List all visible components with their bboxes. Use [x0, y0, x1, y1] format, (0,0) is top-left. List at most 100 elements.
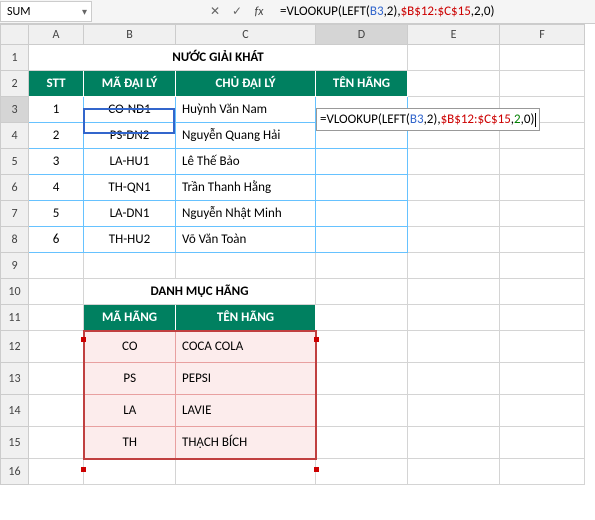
cell-E7[interactable] — [408, 201, 500, 227]
cell-A7[interactable]: 5 — [29, 201, 84, 227]
row-15[interactable]: 15 — [1, 427, 29, 459]
cell-C7[interactable]: Nguyễn Nhật Minh — [176, 201, 316, 227]
cell-E8[interactable] — [408, 227, 500, 253]
row-2[interactable]: 2 — [1, 71, 29, 97]
cell-D9[interactable] — [316, 253, 408, 279]
cell-F1[interactable] — [500, 45, 585, 71]
row-1[interactable]: 1 — [1, 45, 29, 71]
row-9[interactable]: 9 — [1, 253, 29, 279]
cell-E13[interactable] — [408, 363, 500, 395]
cell-E1[interactable] — [408, 45, 500, 71]
cell-A5[interactable]: 3 — [29, 149, 84, 175]
cell-A4[interactable]: 2 — [29, 123, 84, 149]
cell-A16[interactable] — [29, 459, 84, 485]
cell-A13[interactable] — [29, 363, 84, 395]
name-box[interactable]: SUM ▾ — [0, 1, 92, 22]
cell-B16[interactable] — [84, 459, 176, 485]
cell-D7[interactable] — [316, 201, 408, 227]
cell-F9[interactable] — [500, 253, 585, 279]
cell-E11[interactable] — [408, 305, 500, 331]
col-B[interactable]: B — [84, 25, 176, 45]
cell-F6[interactable] — [500, 175, 585, 201]
cell-F2[interactable] — [500, 71, 585, 97]
cell-C13[interactable]: PEPSI — [176, 363, 316, 395]
cell-D5[interactable] — [316, 149, 408, 175]
cell-B9[interactable] — [84, 253, 176, 279]
dropdown-icon[interactable]: ▾ — [82, 5, 87, 18]
cancel-button[interactable]: ✕ — [204, 2, 226, 22]
cell-B12[interactable]: CO — [84, 331, 176, 363]
cell-D11[interactable] — [316, 305, 408, 331]
cell-C14[interactable]: LAVIE — [176, 395, 316, 427]
cell-A12[interactable] — [29, 331, 84, 363]
cell-F15[interactable] — [500, 427, 585, 459]
cell-D14[interactable] — [316, 395, 408, 427]
cell-E2[interactable] — [408, 71, 500, 97]
cell-B6[interactable]: TH-QN1 — [84, 175, 176, 201]
cell-B7[interactable]: LA-DN1 — [84, 201, 176, 227]
cell-E6[interactable] — [408, 175, 500, 201]
cell-E9[interactable] — [408, 253, 500, 279]
row-10[interactable]: 10 — [1, 279, 29, 305]
row-11[interactable]: 11 — [1, 305, 29, 331]
cell-D12[interactable] — [316, 331, 408, 363]
cell-E10[interactable] — [408, 279, 500, 305]
cell-A14[interactable] — [29, 395, 84, 427]
col-A[interactable]: A — [29, 25, 84, 45]
row-8[interactable]: 8 — [1, 227, 29, 253]
cell-B13[interactable]: PS — [84, 363, 176, 395]
row-5[interactable]: 5 — [1, 149, 29, 175]
cell-F11[interactable] — [500, 305, 585, 331]
cell-D8[interactable] — [316, 227, 408, 253]
cell-B14[interactable]: LA — [84, 395, 176, 427]
cell-F7[interactable] — [500, 201, 585, 227]
col-E[interactable]: E — [408, 25, 500, 45]
column-headers[interactable]: A B C D E F — [1, 25, 585, 45]
cell-A10[interactable] — [29, 279, 84, 305]
row-6[interactable]: 6 — [1, 175, 29, 201]
cell-C8[interactable]: Võ Văn Toàn — [176, 227, 316, 253]
cell-C5[interactable]: Lê Thế Bảo — [176, 149, 316, 175]
cell-C15[interactable]: THẠCH BÍCH — [176, 427, 316, 459]
cell-E16[interactable] — [408, 459, 500, 485]
cell-C16[interactable] — [176, 459, 316, 485]
col-D[interactable]: D — [316, 25, 408, 45]
cell-E14[interactable] — [408, 395, 500, 427]
cell-D16[interactable] — [316, 459, 408, 485]
cell-C4[interactable]: Nguyễn Quang Hải — [176, 123, 316, 149]
cell-A15[interactable] — [29, 427, 84, 459]
cell-F5[interactable] — [500, 149, 585, 175]
cell-C3[interactable]: Huỳnh Văn Nam — [176, 97, 316, 123]
cell-A6[interactable]: 4 — [29, 175, 84, 201]
col-F[interactable]: F — [500, 25, 585, 45]
cell-C6[interactable]: Trần Thanh Hằng — [176, 175, 316, 201]
row-16[interactable]: 16 — [1, 459, 29, 485]
cell-A3[interactable]: 1 — [29, 97, 84, 123]
row-13[interactable]: 13 — [1, 363, 29, 395]
cell-F16[interactable] — [500, 459, 585, 485]
row-4[interactable]: 4 — [1, 123, 29, 149]
enter-button[interactable]: ✓ — [226, 2, 248, 22]
cell-F12[interactable] — [500, 331, 585, 363]
fx-button[interactable]: fx — [248, 2, 270, 22]
cell-F8[interactable] — [500, 227, 585, 253]
cell-F13[interactable] — [500, 363, 585, 395]
cell-B5[interactable]: LA-HU1 — [84, 149, 176, 175]
cell-D13[interactable] — [316, 363, 408, 395]
cell-editor[interactable]: =VLOOKUP(LEFT(B3,2),$B$12:$C$15,2,0) — [316, 108, 540, 131]
formula-input[interactable]: =VLOOKUP(LEFT(B3,2),$B$12:$C$15,2,0) — [274, 4, 595, 19]
cell-D10[interactable] — [316, 279, 408, 305]
cell-E5[interactable] — [408, 149, 500, 175]
cell-A9[interactable] — [29, 253, 84, 279]
cell-B3[interactable]: CO-ND1 — [84, 97, 176, 123]
cell-A11[interactable] — [29, 305, 84, 331]
cell-B4[interactable]: PS-DN2 — [84, 123, 176, 149]
cell-B8[interactable]: TH-HU2 — [84, 227, 176, 253]
row-3[interactable]: 3 — [1, 97, 29, 123]
col-C[interactable]: C — [176, 25, 316, 45]
cell-D15[interactable] — [316, 427, 408, 459]
cell-B15[interactable]: TH — [84, 427, 176, 459]
select-all-corner[interactable] — [1, 25, 29, 45]
cell-C9[interactable] — [176, 253, 316, 279]
worksheet[interactable]: A B C D E F 1 NƯỚC GIẢI KHÁT 2 STT MÃ ĐẠ… — [0, 24, 595, 485]
